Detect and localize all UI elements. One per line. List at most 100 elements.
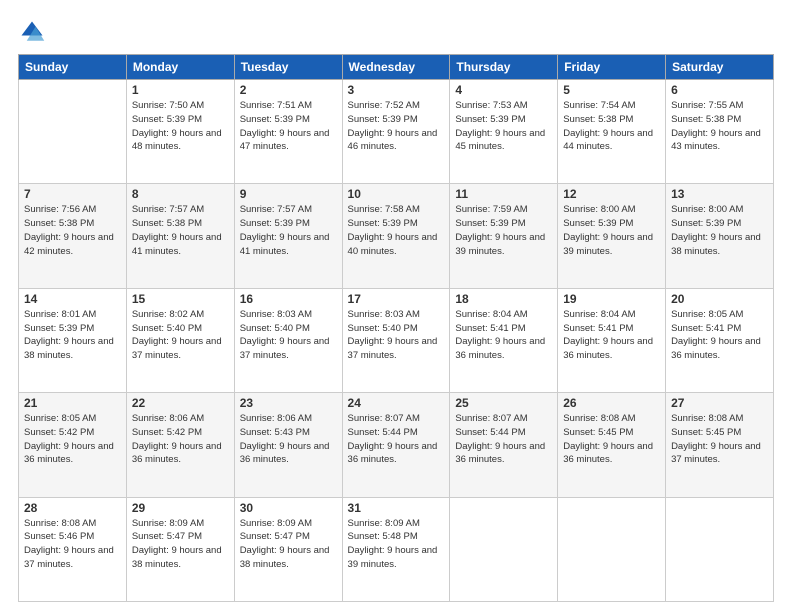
day-number: 13 (671, 187, 768, 201)
day-number: 30 (240, 501, 337, 515)
day-header-monday: Monday (126, 55, 234, 80)
calendar-cell: 29 Sunrise: 8:09 AMSunset: 5:47 PMDayligh… (126, 497, 234, 601)
day-info: Sunrise: 8:08 AMSunset: 5:45 PMDaylight:… (563, 412, 660, 467)
day-number: 22 (132, 396, 229, 410)
day-number: 31 (348, 501, 445, 515)
day-number: 4 (455, 83, 552, 97)
day-header-tuesday: Tuesday (234, 55, 342, 80)
day-header-saturday: Saturday (666, 55, 774, 80)
day-number: 25 (455, 396, 552, 410)
day-header-thursday: Thursday (450, 55, 558, 80)
calendar-week-4: 21 Sunrise: 8:05 AMSunset: 5:42 PMDayligh… (19, 393, 774, 497)
day-number: 28 (24, 501, 121, 515)
day-header-friday: Friday (558, 55, 666, 80)
calendar-cell: 20 Sunrise: 8:05 AMSunset: 5:41 PMDayligh… (666, 288, 774, 392)
calendar-cell (19, 80, 127, 184)
day-number: 26 (563, 396, 660, 410)
day-info: Sunrise: 8:08 AMSunset: 5:46 PMDaylight:… (24, 517, 121, 572)
day-info: Sunrise: 8:07 AMSunset: 5:44 PMDaylight:… (348, 412, 445, 467)
day-info: Sunrise: 8:00 AMSunset: 5:39 PMDaylight:… (671, 203, 768, 258)
day-header-sunday: Sunday (19, 55, 127, 80)
calendar-week-1: 1Sunrise: 7:50 AMSunset: 5:39 PMDaylight… (19, 80, 774, 184)
calendar-cell: 17 Sunrise: 8:03 AMSunset: 5:40 PMDayligh… (342, 288, 450, 392)
calendar-cell: 5 Sunrise: 7:54 AMSunset: 5:38 PMDaylight… (558, 80, 666, 184)
calendar-table: SundayMondayTuesdayWednesdayThursdayFrid… (18, 54, 774, 602)
calendar-cell: 6 Sunrise: 7:55 AMSunset: 5:38 PMDaylight… (666, 80, 774, 184)
calendar-cell: 15 Sunrise: 8:02 AMSunset: 5:40 PMDayligh… (126, 288, 234, 392)
day-number: 29 (132, 501, 229, 515)
day-info: Sunrise: 8:09 AMSunset: 5:48 PMDaylight:… (348, 517, 445, 572)
day-number: 27 (671, 396, 768, 410)
calendar-cell: 13 Sunrise: 8:00 AMSunset: 5:39 PMDayligh… (666, 184, 774, 288)
day-info: Sunrise: 8:00 AMSunset: 5:39 PMDaylight:… (563, 203, 660, 258)
day-number: 14 (24, 292, 121, 306)
calendar-cell: 1Sunrise: 7:50 AMSunset: 5:39 PMDaylight… (126, 80, 234, 184)
day-info: Sunrise: 7:52 AMSunset: 5:39 PMDaylight:… (348, 99, 445, 154)
calendar-cell: 9 Sunrise: 7:57 AMSunset: 5:39 PMDaylight… (234, 184, 342, 288)
day-number: 20 (671, 292, 768, 306)
day-info: Sunrise: 8:04 AMSunset: 5:41 PMDaylight:… (563, 308, 660, 363)
calendar-cell: 11Sunrise: 7:59 AMSunset: 5:39 PMDayligh… (450, 184, 558, 288)
day-info: Sunrise: 7:58 AMSunset: 5:39 PMDaylight:… (348, 203, 445, 258)
calendar-cell: 28 Sunrise: 8:08 AMSunset: 5:46 PMDayligh… (19, 497, 127, 601)
calendar-cell: 3 Sunrise: 7:52 AMSunset: 5:39 PMDaylight… (342, 80, 450, 184)
calendar-cell (450, 497, 558, 601)
day-number: 8 (132, 187, 229, 201)
header (18, 18, 774, 46)
day-number: 2 (240, 83, 337, 97)
day-info: Sunrise: 8:05 AMSunset: 5:41 PMDaylight:… (671, 308, 768, 363)
day-number: 10 (348, 187, 445, 201)
day-number: 15 (132, 292, 229, 306)
calendar-cell: 8 Sunrise: 7:57 AMSunset: 5:38 PMDaylight… (126, 184, 234, 288)
calendar-cell: 12 Sunrise: 8:00 AMSunset: 5:39 PMDayligh… (558, 184, 666, 288)
day-info: Sunrise: 8:03 AMSunset: 5:40 PMDaylight:… (240, 308, 337, 363)
logo (18, 18, 50, 46)
calendar-cell: 18Sunrise: 8:04 AMSunset: 5:41 PMDayligh… (450, 288, 558, 392)
day-info: Sunrise: 7:55 AMSunset: 5:38 PMDaylight:… (671, 99, 768, 154)
calendar-cell: 16 Sunrise: 8:03 AMSunset: 5:40 PMDayligh… (234, 288, 342, 392)
day-info: Sunrise: 7:57 AMSunset: 5:39 PMDaylight:… (240, 203, 337, 258)
day-info: Sunrise: 7:53 AMSunset: 5:39 PMDaylight:… (455, 99, 552, 154)
calendar-cell: 30 Sunrise: 8:09 AMSunset: 5:47 PMDayligh… (234, 497, 342, 601)
day-number: 19 (563, 292, 660, 306)
calendar-cell: 19 Sunrise: 8:04 AMSunset: 5:41 PMDayligh… (558, 288, 666, 392)
day-number: 9 (240, 187, 337, 201)
day-info: Sunrise: 7:57 AMSunset: 5:38 PMDaylight:… (132, 203, 229, 258)
calendar-cell: 27 Sunrise: 8:08 AMSunset: 5:45 PMDayligh… (666, 393, 774, 497)
day-info: Sunrise: 8:09 AMSunset: 5:47 PMDaylight:… (132, 517, 229, 572)
day-number: 24 (348, 396, 445, 410)
day-number: 11 (455, 187, 552, 201)
day-number: 21 (24, 396, 121, 410)
day-info: Sunrise: 7:54 AMSunset: 5:38 PMDaylight:… (563, 99, 660, 154)
logo-icon (18, 18, 46, 46)
day-number: 17 (348, 292, 445, 306)
day-number: 1 (132, 83, 229, 97)
calendar-cell: 22Sunrise: 8:06 AMSunset: 5:42 PMDayligh… (126, 393, 234, 497)
calendar-cell: 14Sunrise: 8:01 AMSunset: 5:39 PMDayligh… (19, 288, 127, 392)
day-info: Sunrise: 8:07 AMSunset: 5:44 PMDaylight:… (455, 412, 552, 467)
day-number: 6 (671, 83, 768, 97)
day-info: Sunrise: 8:09 AMSunset: 5:47 PMDaylight:… (240, 517, 337, 572)
calendar-cell (666, 497, 774, 601)
day-number: 12 (563, 187, 660, 201)
calendar-cell: 31 Sunrise: 8:09 AMSunset: 5:48 PMDayligh… (342, 497, 450, 601)
day-number: 5 (563, 83, 660, 97)
day-number: 3 (348, 83, 445, 97)
calendar-cell (558, 497, 666, 601)
calendar-header-row: SundayMondayTuesdayWednesdayThursdayFrid… (19, 55, 774, 80)
page: SundayMondayTuesdayWednesdayThursdayFrid… (0, 0, 792, 612)
day-number: 16 (240, 292, 337, 306)
calendar-cell: 4 Sunrise: 7:53 AMSunset: 5:39 PMDaylight… (450, 80, 558, 184)
day-info: Sunrise: 8:05 AMSunset: 5:42 PMDaylight:… (24, 412, 121, 467)
calendar-cell: 21 Sunrise: 8:05 AMSunset: 5:42 PMDayligh… (19, 393, 127, 497)
day-info: Sunrise: 8:03 AMSunset: 5:40 PMDaylight:… (348, 308, 445, 363)
calendar-week-5: 28 Sunrise: 8:08 AMSunset: 5:46 PMDayligh… (19, 497, 774, 601)
day-number: 23 (240, 396, 337, 410)
day-info: Sunrise: 8:08 AMSunset: 5:45 PMDaylight:… (671, 412, 768, 467)
calendar-cell: 26 Sunrise: 8:08 AMSunset: 5:45 PMDayligh… (558, 393, 666, 497)
calendar-week-3: 14Sunrise: 8:01 AMSunset: 5:39 PMDayligh… (19, 288, 774, 392)
day-info: Sunrise: 7:51 AMSunset: 5:39 PMDaylight:… (240, 99, 337, 154)
calendar-cell: 23Sunrise: 8:06 AMSunset: 5:43 PMDayligh… (234, 393, 342, 497)
calendar-cell: 25 Sunrise: 8:07 AMSunset: 5:44 PMDayligh… (450, 393, 558, 497)
day-info: Sunrise: 8:02 AMSunset: 5:40 PMDaylight:… (132, 308, 229, 363)
